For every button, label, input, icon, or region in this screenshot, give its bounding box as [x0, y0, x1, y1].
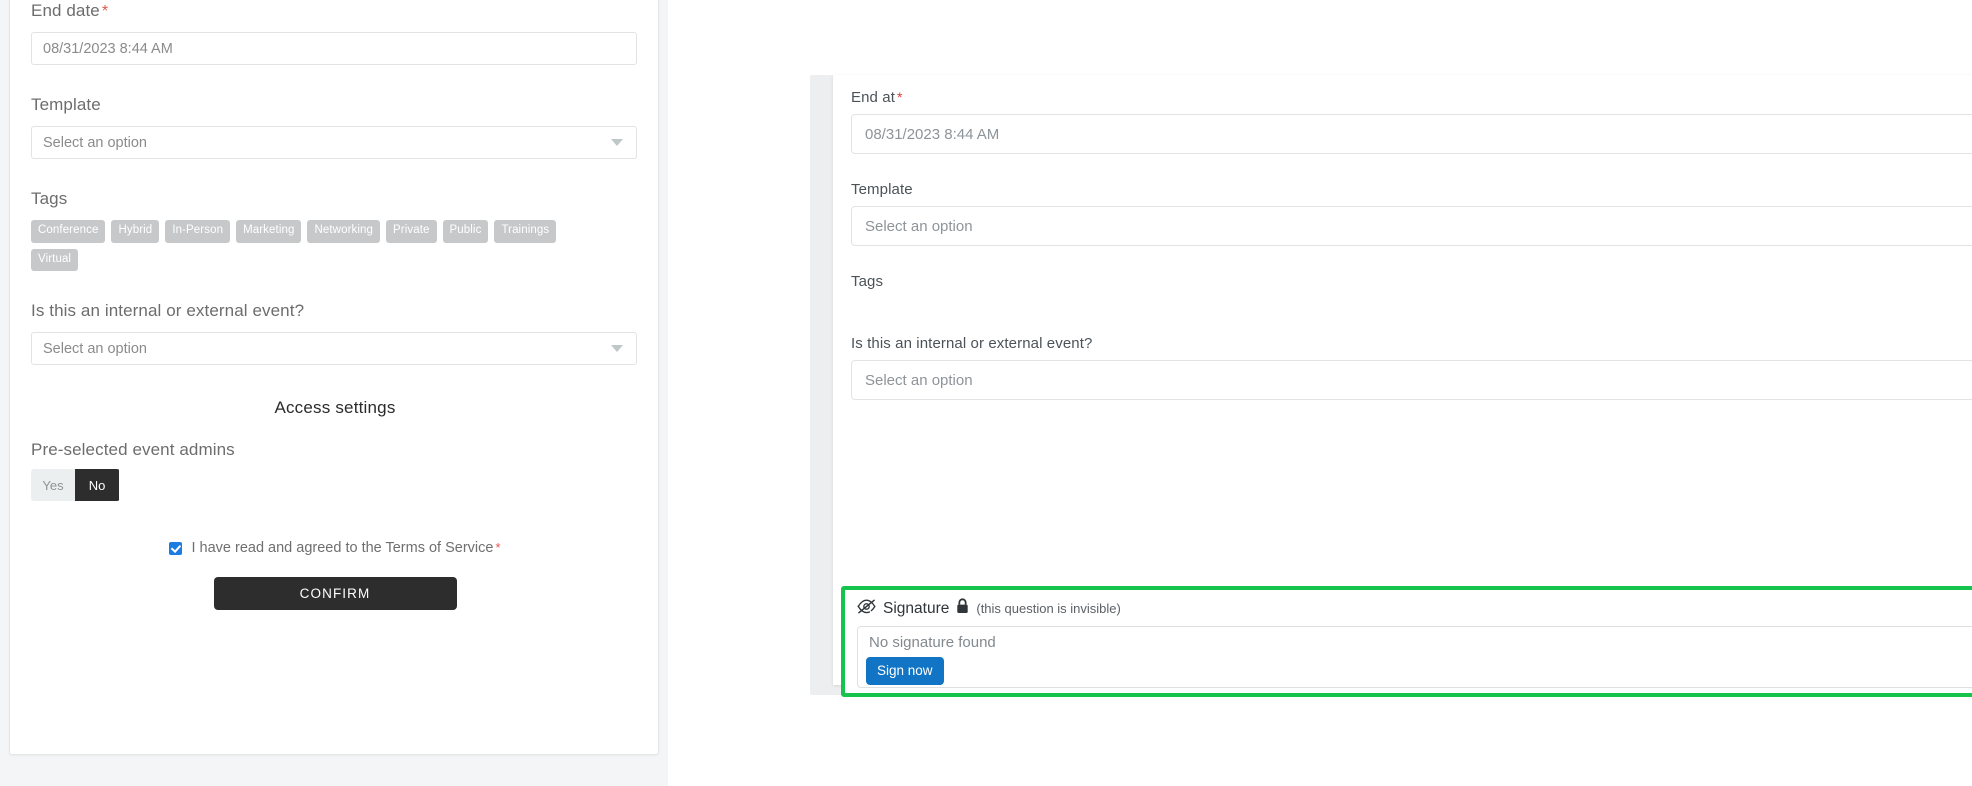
signature-title: Signature: [883, 599, 950, 617]
pre-selected-admins-label: Pre-selected event admins: [31, 440, 639, 460]
eye-slash-icon: [857, 598, 876, 619]
end-date-required-asterisk: *: [101, 3, 109, 20]
left-preview-stage: End date * 08/31/2023 8:44 AM Template Se…: [0, 0, 668, 786]
tag-chip[interactable]: Marketing: [236, 220, 302, 243]
end-at-value: 08/31/2023 8:44 AM: [865, 125, 1000, 143]
template-placeholder: Select an option: [43, 134, 147, 151]
template-label-text: Template: [31, 95, 101, 114]
right-event-type-select[interactable]: Select an option: [851, 360, 1972, 400]
event-type-label-text: Is this an internal or external event?: [31, 301, 305, 320]
chevron-down-icon: [611, 345, 623, 352]
right-form-shell: End at * 08/31/2023 8:44 AM Template Sele…: [810, 75, 1972, 697]
end-date-label-text: End date: [31, 1, 100, 20]
pre-selected-admins-label-text: Pre-selected event admins: [31, 440, 235, 459]
right-form-card: End at * 08/31/2023 8:44 AM Template Sele…: [833, 75, 1972, 697]
tags-label-text: Tags: [31, 189, 68, 208]
right-template-label: Template: [851, 181, 1972, 198]
confirm-button[interactable]: CONFIRM: [213, 577, 457, 610]
right-template-select[interactable]: Select an option: [851, 206, 1972, 246]
left-form-card: End date * 08/31/2023 8:44 AM Template Se…: [9, 0, 659, 755]
right-preview-stage: End at * 08/31/2023 8:44 AM Template Sele…: [668, 0, 1972, 786]
terms-of-service-row: I have read and agreed to the Terms of S…: [31, 540, 639, 556]
event-type-label: Is this an internal or external event?: [31, 301, 639, 321]
right-form-body: End at * 08/31/2023 8:44 AM Template Sele…: [851, 89, 1972, 400]
tag-chip[interactable]: Private: [386, 220, 437, 243]
tag-chip[interactable]: Virtual: [31, 248, 79, 271]
right-template-placeholder: Select an option: [865, 217, 973, 235]
access-settings-title: Access settings: [274, 398, 396, 417]
tag-chip[interactable]: Networking: [307, 220, 381, 243]
right-template-label-text: Template: [851, 181, 913, 198]
right-event-type-placeholder: Select an option: [865, 371, 973, 389]
template-select[interactable]: Select an option: [31, 126, 637, 159]
end-at-required-asterisk: *: [896, 89, 903, 105]
tag-chip[interactable]: Hybrid: [111, 220, 160, 243]
end-at-label: End at *: [851, 89, 1972, 106]
signature-field[interactable]: No signature found Sign now: [857, 626, 1972, 688]
screenshot-root: End date * 08/31/2023 8:44 AM Template Se…: [0, 0, 1972, 786]
tag-chip[interactable]: Trainings: [494, 220, 557, 243]
terms-required-asterisk: *: [495, 540, 501, 555]
right-tags-label: Tags: [851, 273, 1972, 290]
pre-selected-admins-toggle[interactable]: Yes No: [31, 469, 120, 501]
tag-chip[interactable]: Conference: [31, 220, 106, 243]
toggle-option-yes[interactable]: Yes: [31, 469, 75, 501]
signature-header: Signature (this question is invisible): [845, 590, 1972, 619]
lock-icon: [956, 598, 969, 619]
end-date-input[interactable]: 08/31/2023 8:44 AM: [31, 32, 637, 65]
toggle-option-no[interactable]: No: [75, 469, 119, 501]
tag-chip[interactable]: Public: [442, 220, 489, 243]
event-type-select[interactable]: Select an option: [31, 332, 637, 365]
terms-label-text: I have read and agreed to the Terms of S…: [191, 540, 494, 556]
right-event-type-label: Is this an internal or external event?: [851, 335, 1972, 352]
signature-highlight-box: Signature (this question is invisible) N…: [841, 586, 1972, 697]
tags-label: Tags: [31, 189, 639, 209]
template-label: Template: [31, 95, 639, 115]
right-event-type-label-text: Is this an internal or external event?: [851, 335, 1093, 352]
chevron-down-icon: [611, 139, 623, 146]
right-tags-label-text: Tags: [851, 273, 884, 290]
signature-invisible-note: (this question is invisible): [976, 601, 1121, 616]
sign-now-button[interactable]: Sign now: [866, 657, 944, 685]
end-at-label-text: End at: [851, 89, 895, 106]
left-form-body: End date * 08/31/2023 8:44 AM Template Se…: [31, 1, 639, 610]
tags-list: Conference Hybrid In-Person Marketing Networ…: [31, 220, 561, 271]
terms-checkbox[interactable]: [169, 541, 183, 555]
tag-chip[interactable]: In-Person: [165, 220, 231, 243]
no-signature-text: No signature found: [869, 634, 996, 651]
terms-label: I have read and agreed to the Terms of S…: [191, 540, 500, 556]
end-date-value: 08/31/2023 8:44 AM: [43, 40, 173, 57]
end-at-input[interactable]: 08/31/2023 8:44 AM: [851, 114, 1972, 154]
event-type-placeholder: Select an option: [43, 340, 147, 357]
end-date-label: End date *: [31, 1, 639, 21]
